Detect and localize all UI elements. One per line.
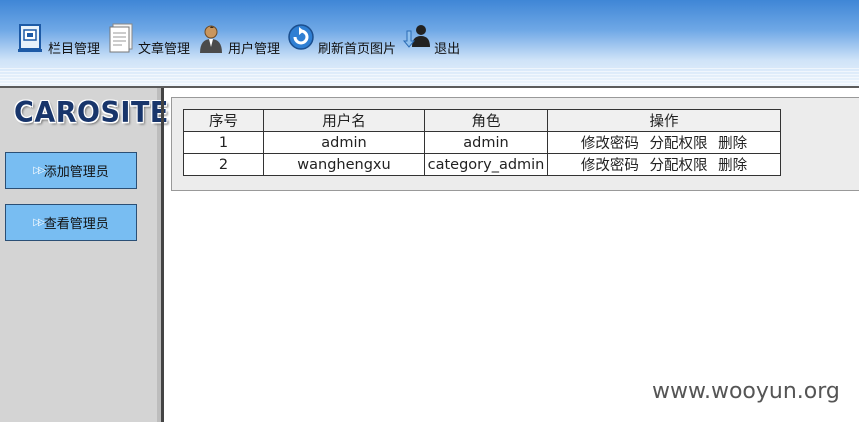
cell-actions: 修改密码 分配权限 删除: [547, 153, 781, 176]
cell-index: 1: [183, 131, 264, 154]
nav-item-column-manage[interactable]: 栏目管理: [16, 20, 100, 57]
user-icon: [196, 23, 226, 55]
column-header-index: 序号: [183, 109, 264, 132]
assign-permissions-link[interactable]: 分配权限: [650, 158, 708, 174]
table-header-row: 序号 用户名 角色 操作: [183, 109, 781, 132]
logout-icon: [402, 23, 432, 55]
refresh-icon: [286, 23, 316, 55]
table-row: 2 wanghengxu category_admin 修改密码 分配权限 删除: [183, 153, 781, 176]
delete-link[interactable]: 删除: [718, 136, 747, 152]
nav-item-article-manage[interactable]: 文章管理: [106, 20, 190, 57]
admin-table: 序号 用户名 角色 操作 1 admin admin 修改密码 分配权限 删除 …: [183, 109, 781, 176]
column-header-actions: 操作: [547, 109, 781, 132]
table-row: 1 admin admin 修改密码 分配权限 删除: [183, 131, 781, 154]
view-admins-button[interactable]: ▷▷ 查看管理员: [5, 204, 137, 241]
nav-label: 用户管理: [228, 42, 281, 57]
double-arrow-icon: ▷▷: [33, 217, 46, 228]
cell-actions: 修改密码 分配权限 删除: [547, 131, 781, 154]
cell-role: category_admin: [424, 153, 548, 176]
watermark: www.wooyun.org: [652, 379, 840, 404]
nav-item-user-manage[interactable]: 用户管理: [196, 20, 280, 57]
nav-item-refresh-images[interactable]: 刷新首页图片: [286, 20, 396, 57]
document-icon: [106, 23, 136, 55]
add-admin-button[interactable]: ▷▷ 添加管理员: [5, 152, 137, 189]
nav-label: 文章管理: [138, 42, 191, 57]
cell-username: wanghengxu: [263, 153, 425, 176]
cell-username: admin: [263, 131, 425, 154]
column-header-role: 角色: [424, 109, 548, 132]
view-admins-label: 查看管理员: [43, 217, 109, 232]
main-nav: 栏目管理 文章管理 用户管理 刷新首页图片 退出: [16, 20, 466, 57]
nav-label: 栏目管理: [48, 42, 101, 57]
add-admin-label: 添加管理员: [43, 165, 109, 180]
nav-item-logout[interactable]: 退出: [402, 20, 460, 57]
sidebar: CAROSITE ▷▷ 添加管理员 ▷▷ 查看管理员: [0, 88, 169, 422]
delete-link[interactable]: 删除: [718, 158, 747, 174]
cell-index: 2: [183, 153, 264, 176]
assign-permissions-link[interactable]: 分配权限: [650, 136, 708, 152]
column-header-username: 用户名: [263, 109, 425, 132]
change-password-link[interactable]: 修改密码: [581, 136, 639, 152]
column-manage-icon: [16, 23, 46, 55]
nav-label: 退出: [434, 42, 461, 57]
top-toolbar: 栏目管理 文章管理 用户管理 刷新首页图片 退出: [0, 0, 859, 86]
site-logo: CAROSITE: [14, 97, 169, 130]
change-password-link[interactable]: 修改密码: [581, 158, 639, 174]
double-arrow-icon: ▷▷: [33, 165, 46, 176]
nav-label: 刷新首页图片: [318, 42, 397, 57]
cell-role: admin: [424, 131, 548, 154]
